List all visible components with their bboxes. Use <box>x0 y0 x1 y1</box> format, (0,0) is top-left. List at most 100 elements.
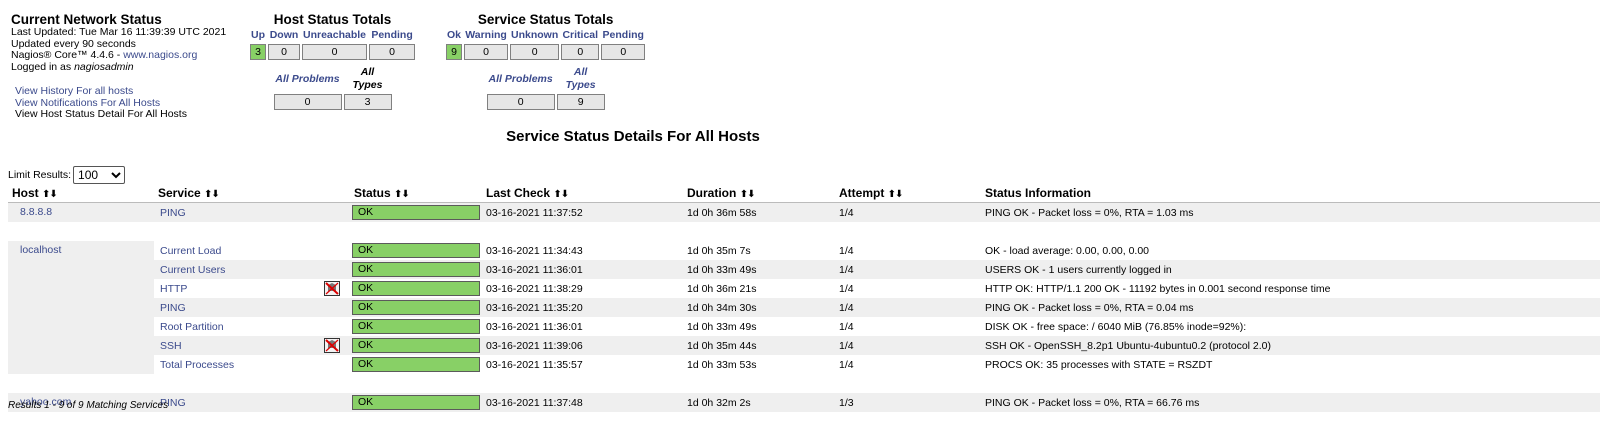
table-row: localhost Current Load OK 03-16-2021 11:34:… <box>8 241 1600 374</box>
table-row: Root Partition OK 03-16-2021 11:36:01 1d 0h… <box>8 317 1600 336</box>
status-info-cell: OK - load average: 0.00, 0.00, 0.00 <box>981 241 1600 260</box>
service-link[interactable]: SSH <box>158 340 182 352</box>
host-link[interactable]: localhost <box>12 241 61 260</box>
column-label: Attempt <box>839 186 885 200</box>
view-notifications-link[interactable]: View Notifications For All Hosts <box>15 97 160 109</box>
last-check-cell: 03-16-2021 11:39:06 <box>482 336 683 355</box>
status-info-cell: USERS OK - 1 users currently logged in <box>981 260 1600 279</box>
duration-cell: 1d 0h 35m 7s <box>683 241 835 260</box>
table-row: Current Users OK 03-16-2021 11:36:01 1d 0h … <box>8 260 1600 279</box>
svc-unknown-count: 0 <box>510 44 560 60</box>
table-row: 8.8.8.8 PING OK 03-16-2021 11:37:52 1d 0h 36… <box>8 202 1600 222</box>
svc-all-problems-count: 0 <box>486 94 555 110</box>
service-cell: Total Processes <box>154 355 350 374</box>
sort-arrows-icon[interactable]: ⬆⬇ <box>740 189 756 200</box>
duration-cell: 1d 0h 33m 53s <box>683 355 835 374</box>
host-totals-title: Host Status Totals <box>273 12 392 27</box>
service-cell: SSH <box>154 336 350 355</box>
status-cell: OK <box>350 317 482 336</box>
sort-arrows-icon[interactable]: ⬆⬇ <box>204 189 220 200</box>
duration-cell: 1d 0h 34m 30s <box>683 298 835 317</box>
duration-cell: 1d 0h 35m 44s <box>683 336 835 355</box>
last-check-cell: 03-16-2021 11:37:52 <box>482 202 683 222</box>
svc-critical-header[interactable]: Critical <box>561 29 599 42</box>
last-check-cell: 03-16-2021 11:37:48 <box>482 393 683 412</box>
column-label: Last Check <box>486 186 551 200</box>
status-cell: OK <box>350 336 482 355</box>
current-view-label: View Host Status Detail For All Hosts <box>15 108 187 121</box>
host-cell: localhost <box>8 241 154 374</box>
svc-all-types-link[interactable]: All Types <box>557 66 605 92</box>
notifications-disabled-icon[interactable] <box>324 338 340 353</box>
limit-label: Limit Results: <box>8 169 72 181</box>
attempt-cell: 1/4 <box>835 336 981 355</box>
attempt-cell: 1/4 <box>835 279 981 298</box>
version-text: Nagios® Core™ 4.4.6 - <box>11 49 124 61</box>
svc-warning-header[interactable]: Warning <box>464 29 508 42</box>
last-check-cell: 03-16-2021 11:34:43 <box>482 241 683 260</box>
service-cell: Current Users <box>154 260 350 279</box>
status-cell: OK <box>350 260 482 279</box>
column-label: Status <box>354 186 391 200</box>
service-link[interactable]: Current Load <box>158 245 221 257</box>
status-info-cell: PING OK - Packet loss = 0%, RTA = 0.04 m… <box>981 298 1600 317</box>
service-link[interactable]: Total Processes <box>158 359 234 371</box>
status-badge: OK <box>352 319 480 334</box>
status-badge: OK <box>352 205 480 220</box>
svc-critical-count: 0 <box>561 44 600 60</box>
limit-select[interactable]: 100 <box>73 166 126 184</box>
status-cell: OK <box>350 241 482 260</box>
column-header-last-check: Last Check ⬆⬇ <box>482 184 683 203</box>
last-check-cell: 03-16-2021 11:38:29 <box>482 279 683 298</box>
svc-all-types-count: 9 <box>556 94 605 110</box>
status-cell: OK <box>350 279 482 298</box>
svc-pending-header[interactable]: Pending <box>601 29 645 42</box>
host-link[interactable]: 8.8.8.8 <box>12 203 52 222</box>
duration-cell: 1d 0h 36m 21s <box>683 279 835 298</box>
svc-all-problems-link[interactable]: All Problems <box>487 66 555 92</box>
service-cell: PING <box>154 393 350 412</box>
host-up-header[interactable]: Up <box>250 29 266 42</box>
view-history-link[interactable]: View History For all hosts <box>15 85 133 97</box>
service-cell: PING <box>154 298 350 317</box>
duration-cell: 1d 0h 33m 49s <box>683 317 835 336</box>
status-badge: OK <box>352 357 480 372</box>
service-link[interactable]: PING <box>158 302 186 314</box>
host-status-totals: Host Status Totals Up Down Unreachable P… <box>248 12 417 112</box>
service-link[interactable]: HTTP <box>158 283 187 295</box>
sort-arrows-icon[interactable]: ⬆⬇ <box>42 189 58 200</box>
info-title: Current Network Status <box>11 12 162 27</box>
notifications-disabled-icon[interactable] <box>324 281 340 296</box>
host-unreachable-header[interactable]: Unreachable <box>302 29 367 42</box>
host-pending-header[interactable]: Pending <box>369 29 415 42</box>
svc-ok-header[interactable]: Ok <box>446 29 462 42</box>
host-down-count: 0 <box>268 44 300 60</box>
nagios-link[interactable]: www.nagios.org <box>123 49 197 61</box>
sort-arrows-icon[interactable]: ⬆⬇ <box>553 189 569 200</box>
service-status-totals: Service Status Totals Ok Warning Unknown… <box>444 12 647 112</box>
service-link[interactable]: PING <box>158 207 186 219</box>
table-row: HTTP OK 03-16-2021 11:38:29 1d 0h 36m 21s 1/… <box>8 279 1600 298</box>
limit-results: Limit Results: 100 <box>8 166 126 184</box>
host-separator <box>8 222 1600 241</box>
column-label: Service <box>158 186 201 200</box>
column-label: Status Information <box>985 186 1092 200</box>
svc-unknown-header[interactable]: Unknown <box>510 29 559 42</box>
status-cell: OK <box>350 298 482 317</box>
host-down-header[interactable]: Down <box>268 29 300 42</box>
sort-arrows-icon[interactable]: ⬆⬇ <box>394 189 410 200</box>
service-link[interactable]: Current Users <box>158 264 225 276</box>
status-cell: OK <box>350 202 482 222</box>
separator-cell <box>8 222 1600 241</box>
column-header-service: Service ⬆⬇ <box>154 184 350 203</box>
service-cell: Current Load <box>154 241 350 260</box>
column-header-status-information: Status Information <box>981 184 1600 203</box>
service-link[interactable]: Root Partition <box>158 321 224 333</box>
host-separator <box>8 374 1600 393</box>
sort-arrows-icon[interactable]: ⬆⬇ <box>888 189 904 200</box>
host-all-problems-link[interactable]: All Problems <box>274 66 342 92</box>
status-badge: OK <box>352 338 480 353</box>
attempt-cell: 1/4 <box>835 317 981 336</box>
status-info-cell: PROCS OK: 35 processes with STATE = RSZD… <box>981 355 1600 374</box>
table-row: PING OK 03-16-2021 11:35:20 1d 0h 34m 30s 1/… <box>8 298 1600 317</box>
